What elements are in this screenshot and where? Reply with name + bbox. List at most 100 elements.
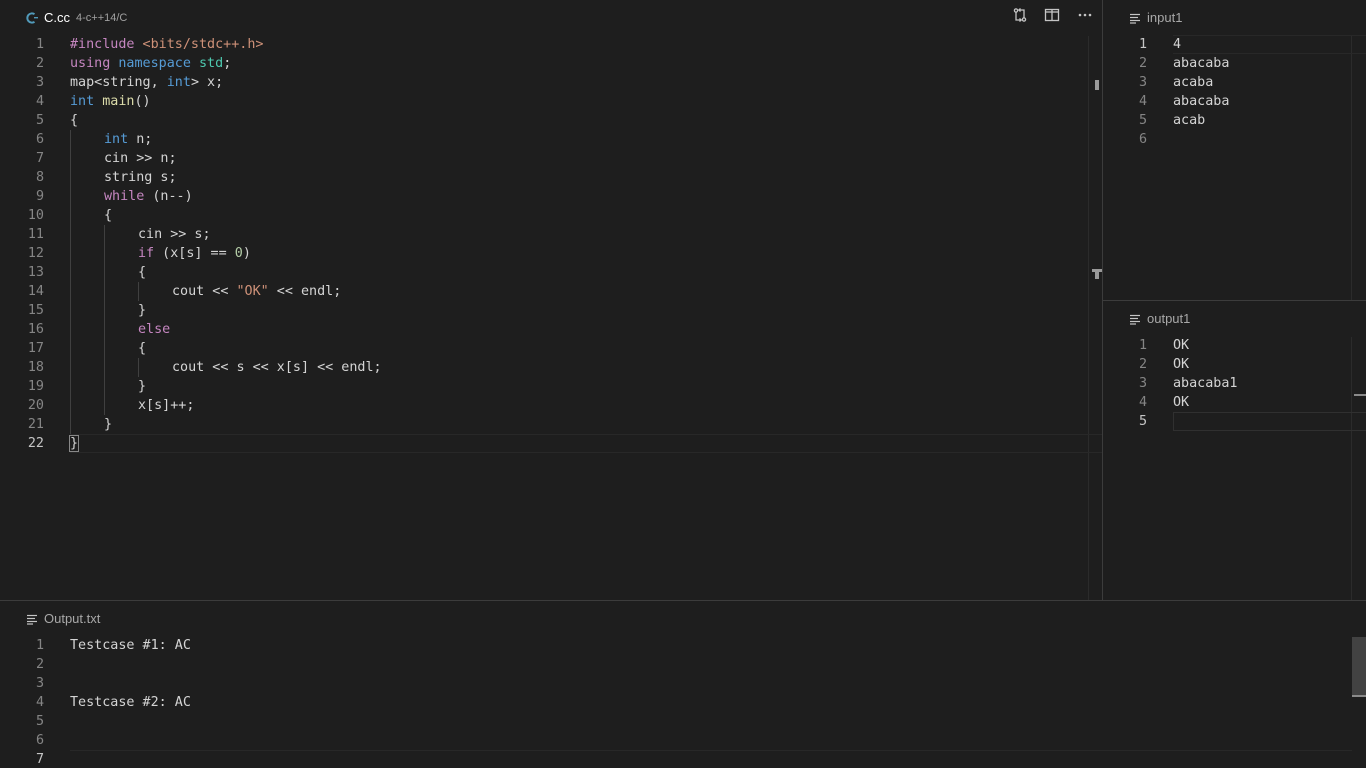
result-line-text: Testcase #1: AC xyxy=(70,638,191,653)
code-token: { xyxy=(138,265,147,280)
line-number: 8 xyxy=(35,170,44,185)
line-number: 19 xyxy=(27,379,44,394)
compare-changes-icon xyxy=(1012,7,1028,27)
input-line-text: abacaba xyxy=(1173,94,1230,109)
code-token: int xyxy=(104,132,129,147)
code-token: << endl; xyxy=(268,284,342,299)
output-pane-header[interactable]: output1 xyxy=(1103,301,1366,336)
line-number: 2 xyxy=(1138,56,1147,71)
line-number: 13 xyxy=(27,265,44,280)
code-area[interactable]: 1 #include <bits/stdc++.h> 2 using namespa… xyxy=(0,35,1102,453)
line-number: 7 xyxy=(35,151,44,166)
more-actions-button[interactable] xyxy=(1074,6,1096,28)
line-number: 4 xyxy=(35,695,44,710)
result-pane: Output.txt 1 Testcase #1: AC 2 3 4 Testcas… xyxy=(0,601,1366,768)
tab-title: C.cc xyxy=(44,10,70,25)
line-number: 20 xyxy=(27,398,44,413)
line-number: 16 xyxy=(27,322,44,337)
input-pane-title: input1 xyxy=(1147,10,1183,25)
input-line-text: acab xyxy=(1173,113,1206,128)
line-number: 1 xyxy=(35,37,44,52)
main-editor: C.cc 4-c++14/C 1 #include <bits/stdc++.h… xyxy=(0,0,1102,600)
line-number: 11 xyxy=(27,227,44,242)
code-token: #include xyxy=(70,37,135,52)
code-token: else xyxy=(138,322,171,337)
line-number: 10 xyxy=(27,208,44,223)
line-number: 4 xyxy=(1138,94,1147,109)
tab-subtitle: 4-c++14/C xyxy=(76,11,128,24)
code-token: (n--) xyxy=(144,189,193,204)
code-token: <bits/stdc++.h> xyxy=(134,37,264,52)
line-number: 7 xyxy=(35,752,44,767)
code-token: cout << xyxy=(172,284,237,299)
editor-tab[interactable]: C.cc 4-c++14/C xyxy=(0,0,1102,35)
line-number: 5 xyxy=(35,714,44,729)
split-editor-icon xyxy=(1044,7,1060,27)
code-token: > x; xyxy=(190,75,224,90)
line-number: 21 xyxy=(27,417,44,432)
line-number: 6 xyxy=(1138,132,1147,147)
text-lines-icon xyxy=(1129,12,1141,24)
code-token: string s; xyxy=(104,170,177,185)
input-text-area[interactable]: 1 4 2 abacaba 3 acaba 4 abacaba 5 acab 6 xyxy=(1103,35,1366,149)
line-number: 6 xyxy=(35,733,44,748)
code-token: } xyxy=(68,435,80,452)
text-lines-icon xyxy=(1129,313,1141,325)
input-line-text: 4 xyxy=(1173,37,1182,52)
line-number: 3 xyxy=(1138,376,1147,391)
code-token: { xyxy=(70,113,79,128)
code-token: ) xyxy=(242,246,251,261)
code-token: { xyxy=(104,208,113,223)
input-line-text: acaba xyxy=(1173,75,1214,90)
code-token: std xyxy=(190,56,224,71)
line-number: 1 xyxy=(1138,37,1147,52)
output-pane: output1 1 OK 2 OK 3 abacaba1 4 OK 5 xyxy=(1103,301,1366,600)
text-lines-icon xyxy=(26,613,38,625)
code-token: using xyxy=(70,56,111,71)
line-number: 3 xyxy=(35,676,44,691)
result-pane-title: Output.txt xyxy=(44,611,101,626)
code-token: main xyxy=(94,94,135,109)
more-actions-icon xyxy=(1077,7,1093,27)
code-token: int xyxy=(166,75,191,90)
code-token: () xyxy=(134,94,151,109)
line-number: 15 xyxy=(27,303,44,318)
code-token: map<string, xyxy=(70,75,167,90)
code-token: int xyxy=(70,94,95,109)
line-number: 12 xyxy=(27,246,44,261)
code-token: cin >> s; xyxy=(138,227,211,242)
line-number: 9 xyxy=(35,189,44,204)
input-pane: input1 1 4 2 abacaba 3 acaba 4 abacaba 5 acab… xyxy=(1103,0,1366,300)
line-number: 5 xyxy=(1138,414,1147,429)
code-token: if xyxy=(138,246,155,261)
line-number: 2 xyxy=(1138,357,1147,372)
line-number: 18 xyxy=(27,360,44,375)
line-number: 6 xyxy=(35,132,44,147)
code-token: 0 xyxy=(234,246,243,261)
line-number: 5 xyxy=(35,113,44,128)
input-pane-header[interactable]: input1 xyxy=(1103,0,1366,35)
output-line-text: OK xyxy=(1173,338,1190,353)
line-number: 17 xyxy=(27,341,44,356)
code-token: } xyxy=(104,417,113,432)
split-editor-button[interactable] xyxy=(1041,6,1063,28)
result-text-area[interactable]: 1 Testcase #1: AC 2 3 4 Testcase #2: AC 5 … xyxy=(0,636,1366,768)
compare-changes-button[interactable] xyxy=(1009,6,1031,28)
line-number: 14 xyxy=(27,284,44,299)
result-pane-header[interactable]: Output.txt xyxy=(0,601,1366,636)
output-line-text: OK xyxy=(1173,357,1190,372)
input-line-text: abacaba xyxy=(1173,56,1230,71)
code-token: cin >> n; xyxy=(104,151,177,166)
code-token: x[s]++; xyxy=(138,398,195,413)
code-token: } xyxy=(138,379,147,394)
code-token: ; xyxy=(223,56,232,71)
output-line-text: OK xyxy=(1173,395,1190,410)
output-text-area[interactable]: 1 OK 2 OK 3 abacaba1 4 OK 5 xyxy=(1103,336,1366,431)
line-number: 1 xyxy=(1138,338,1147,353)
output-pane-title: output1 xyxy=(1147,311,1191,326)
line-number: 2 xyxy=(35,657,44,672)
line-number: 1 xyxy=(35,638,44,653)
code-token: while xyxy=(104,189,145,204)
code-token: cout << s << x[s] << endl; xyxy=(172,360,382,375)
line-number: 22 xyxy=(27,436,44,451)
